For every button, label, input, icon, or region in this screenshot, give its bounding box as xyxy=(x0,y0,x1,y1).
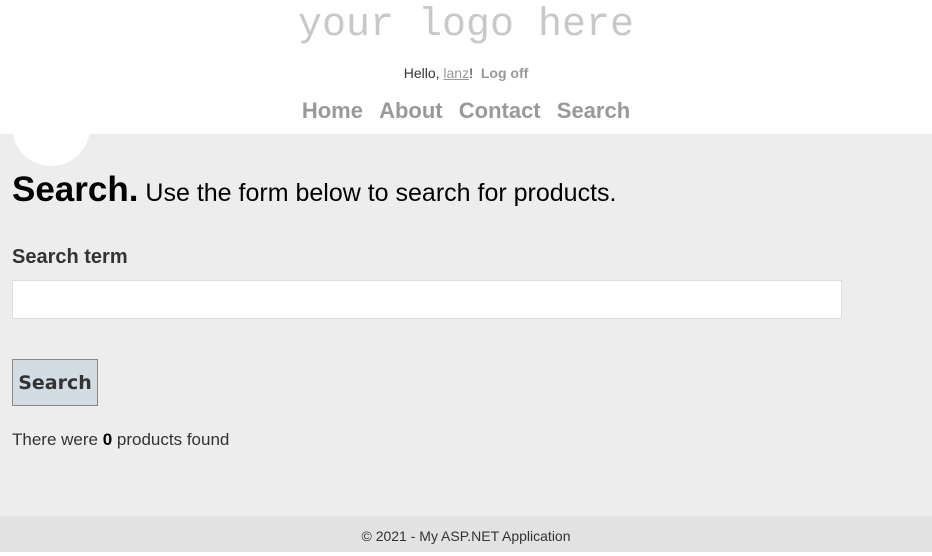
page-title-strong: Search. xyxy=(12,170,139,209)
login-display: Hello, lanz! Log off xyxy=(0,64,932,82)
username-link[interactable]: lanz xyxy=(443,65,469,81)
page-title: Search. Use the form below to search for… xyxy=(12,170,616,213)
nav-item-search[interactable]: Search xyxy=(557,98,630,123)
greeting-prefix: Hello, xyxy=(403,65,444,81)
search-term-label: Search term xyxy=(12,246,128,268)
page-title-rest: Use the form below to search for product… xyxy=(138,179,617,207)
results-prefix: There were xyxy=(12,430,103,449)
site-logo[interactable]: your logo here xyxy=(0,3,932,49)
nav-item-home[interactable]: Home xyxy=(302,98,363,123)
search-input[interactable] xyxy=(12,280,842,319)
footer-copyright: © 2021 - My ASP.NET Application xyxy=(361,528,571,544)
results-suffix: products found xyxy=(112,430,230,449)
results-count: 0 xyxy=(102,430,113,449)
nav-item-about[interactable]: About xyxy=(379,98,443,123)
results-summary: There were 0 products found xyxy=(12,430,229,450)
greeting-suffix: ! xyxy=(469,65,473,81)
logoff-link[interactable]: Log off xyxy=(481,65,528,81)
site-footer: © 2021 - My ASP.NET Application xyxy=(0,516,932,552)
site-header: your logo here Hello, lanz! Log off Home… xyxy=(0,0,932,134)
search-button[interactable]: Search xyxy=(12,359,98,406)
nav-item-contact[interactable]: Contact xyxy=(459,98,541,123)
main-content: Search. Use the form below to search for… xyxy=(0,134,932,516)
main-nav: Home About Contact Search xyxy=(0,96,932,126)
decorative-circle xyxy=(12,134,90,166)
